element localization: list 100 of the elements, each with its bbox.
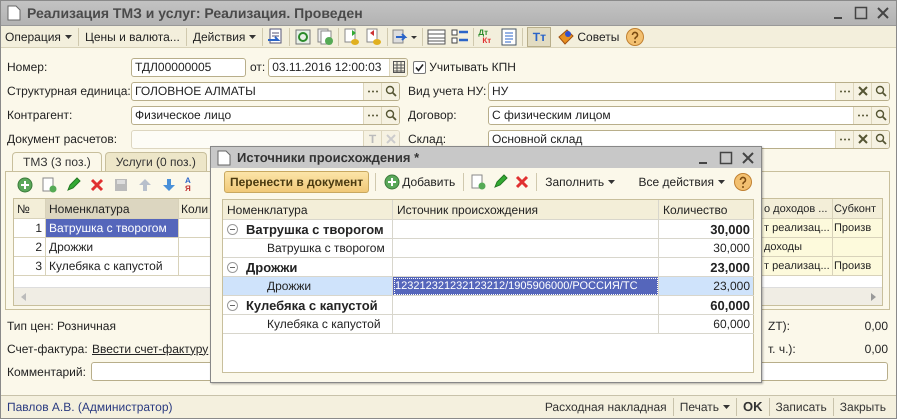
delete-icon[interactable] (89, 177, 105, 193)
arrow-down-icon[interactable] (161, 177, 177, 193)
date-field[interactable]: 03.11.2016 12:00:03 (268, 58, 408, 76)
settlement-document-label: Документ расчетов: (6, 132, 118, 146)
collapse-icon[interactable] (227, 262, 238, 272)
all-actions-menu-button[interactable]: Все действия (636, 175, 727, 189)
fill-menu-button[interactable]: Заполнить (543, 175, 618, 189)
tax-accounting-field[interactable]: НУ (488, 82, 890, 100)
column-header[interactable]: Номенклатура (46, 199, 179, 219)
tab[interactable]: Услуги (0 поз.) (104, 152, 207, 171)
column-header[interactable]: Источник происхождения (393, 200, 659, 220)
table-rows-icon[interactable] (427, 28, 448, 46)
contract-field[interactable]: С физическим лицом (488, 106, 890, 124)
copy-add-icon[interactable] (470, 174, 486, 190)
transfer-to-document-button[interactable]: Перенести в документ (224, 171, 370, 193)
help-icon[interactable] (733, 172, 753, 192)
checklist-icon[interactable] (451, 28, 470, 46)
collapse-icon[interactable] (227, 300, 238, 310)
copy-add-icon[interactable] (316, 28, 334, 46)
table-cell: 2 (14, 238, 46, 257)
table-row[interactable]: Кулебяка с капустой 60,000 (223, 315, 753, 334)
window-title: Реализация ТМЗ и услуг: Реализация. Проведен (27, 5, 363, 21)
table-cell: 3 (14, 257, 46, 276)
pencil-icon[interactable] (65, 177, 81, 193)
close-icon[interactable] (876, 6, 890, 20)
number-field[interactable]: ТДЛ00000005 (131, 58, 246, 76)
search-button[interactable] (381, 82, 399, 100)
ellipsis-icon (366, 114, 378, 116)
plus-icon (384, 174, 400, 190)
toolbar-button[interactable]: Цены и валюта... (82, 30, 182, 44)
group-name: Кулебяка с капустой (246, 298, 378, 312)
clear-button[interactable] (853, 130, 871, 148)
maximize-icon[interactable] (719, 150, 733, 164)
unit-field[interactable]: ГОЛОВНОЕ АЛМАТЫ (131, 82, 400, 100)
status-bar-button[interactable]: Записать (770, 400, 833, 414)
status-bar-button[interactable]: OK (737, 400, 768, 414)
table-cell (833, 238, 882, 257)
ellipsis-button[interactable] (835, 82, 853, 100)
menu-button[interactable]: Операция (3, 30, 74, 44)
search-button[interactable] (871, 106, 889, 124)
ellipsis-button[interactable] (363, 106, 381, 124)
delete-icon[interactable] (514, 174, 530, 190)
search-icon (874, 85, 886, 97)
font-toggle-button[interactable]: Тт (527, 26, 552, 46)
group-name: Дрожжи (246, 260, 298, 274)
calendar-button[interactable] (389, 58, 408, 76)
table-cell: 30,000 (659, 239, 754, 258)
refresh-icon[interactable] (294, 28, 312, 46)
search-button[interactable] (871, 130, 889, 148)
ellipsis-button[interactable] (835, 130, 853, 148)
document-coins-icon[interactable] (343, 28, 362, 46)
status-bar-button[interactable]: Закрыть (834, 400, 892, 414)
enter-invoice-link[interactable]: Ввести счет-фактуру (92, 342, 208, 356)
column-header[interactable]: Номенклатура (223, 200, 393, 220)
table-row[interactable]: Дрожжи 123212321232123212/1905906000/РОССИЯ/ТС 23,000 (223, 277, 753, 296)
unit-label: Структурная единица: (6, 84, 131, 98)
clear-button[interactable] (853, 82, 871, 100)
close-icon[interactable] (741, 150, 755, 164)
report-icon[interactable] (500, 28, 518, 46)
ellipsis-button[interactable] (363, 82, 381, 100)
clear-icon (858, 134, 868, 144)
calendar-icon (392, 61, 405, 73)
help-icon[interactable] (625, 26, 646, 46)
clear-icon (386, 134, 396, 144)
price-type-text: Тип цен: Розничная (7, 318, 116, 332)
counterparty-field[interactable]: Физическое лицо (131, 106, 400, 124)
table-row[interactable]: Ватрушка с творогом 30,000 (223, 239, 753, 258)
status-bar-button[interactable]: Печать (674, 400, 736, 414)
copy-add-icon[interactable] (41, 177, 57, 193)
status-bar-button[interactable]: Расходная накладная (538, 400, 673, 414)
table-cell[interactable]: Дрожжи (46, 238, 179, 257)
table-cell[interactable]: Кулебяка с капустой (46, 257, 179, 276)
caret-icon (64, 34, 72, 38)
table-cell[interactable]: Ватрушка с творогом (46, 219, 179, 238)
pencil-icon[interactable] (492, 174, 508, 190)
document-coins-icon[interactable] (365, 28, 384, 46)
search-icon (874, 109, 886, 121)
warehouse-label: Склад: (408, 132, 448, 146)
group-name: Ватрушка с творогом (246, 222, 384, 236)
document-transfer-icon[interactable] (392, 28, 418, 46)
ellipsis-button[interactable] (853, 106, 871, 124)
collapse-icon[interactable] (227, 224, 238, 234)
add-icon[interactable] (17, 177, 33, 193)
menu-button[interactable]: Действия (190, 30, 258, 44)
warehouse-field[interactable]: Основной склад (488, 130, 890, 148)
document-icon (7, 5, 21, 21)
search-button[interactable] (381, 106, 399, 124)
debit-credit-icon[interactable]: Дт Кт (478, 28, 496, 44)
maximize-icon[interactable] (854, 6, 868, 20)
ellipsis-icon (366, 90, 378, 92)
tips-button[interactable]: Советы (555, 28, 622, 46)
tab[interactable]: ТМЗ (3 поз.) (12, 152, 102, 171)
add-button[interactable]: Добавить (382, 174, 458, 190)
search-icon (874, 133, 886, 145)
total-label: т. ч.): (768, 342, 797, 356)
table-cell: т реализац... (760, 219, 833, 238)
sort-icon[interactable]: А Я (185, 177, 191, 193)
kpn-checkbox[interactable] (413, 60, 426, 74)
column-header[interactable]: Количество (659, 200, 754, 220)
search-button[interactable] (871, 82, 889, 100)
